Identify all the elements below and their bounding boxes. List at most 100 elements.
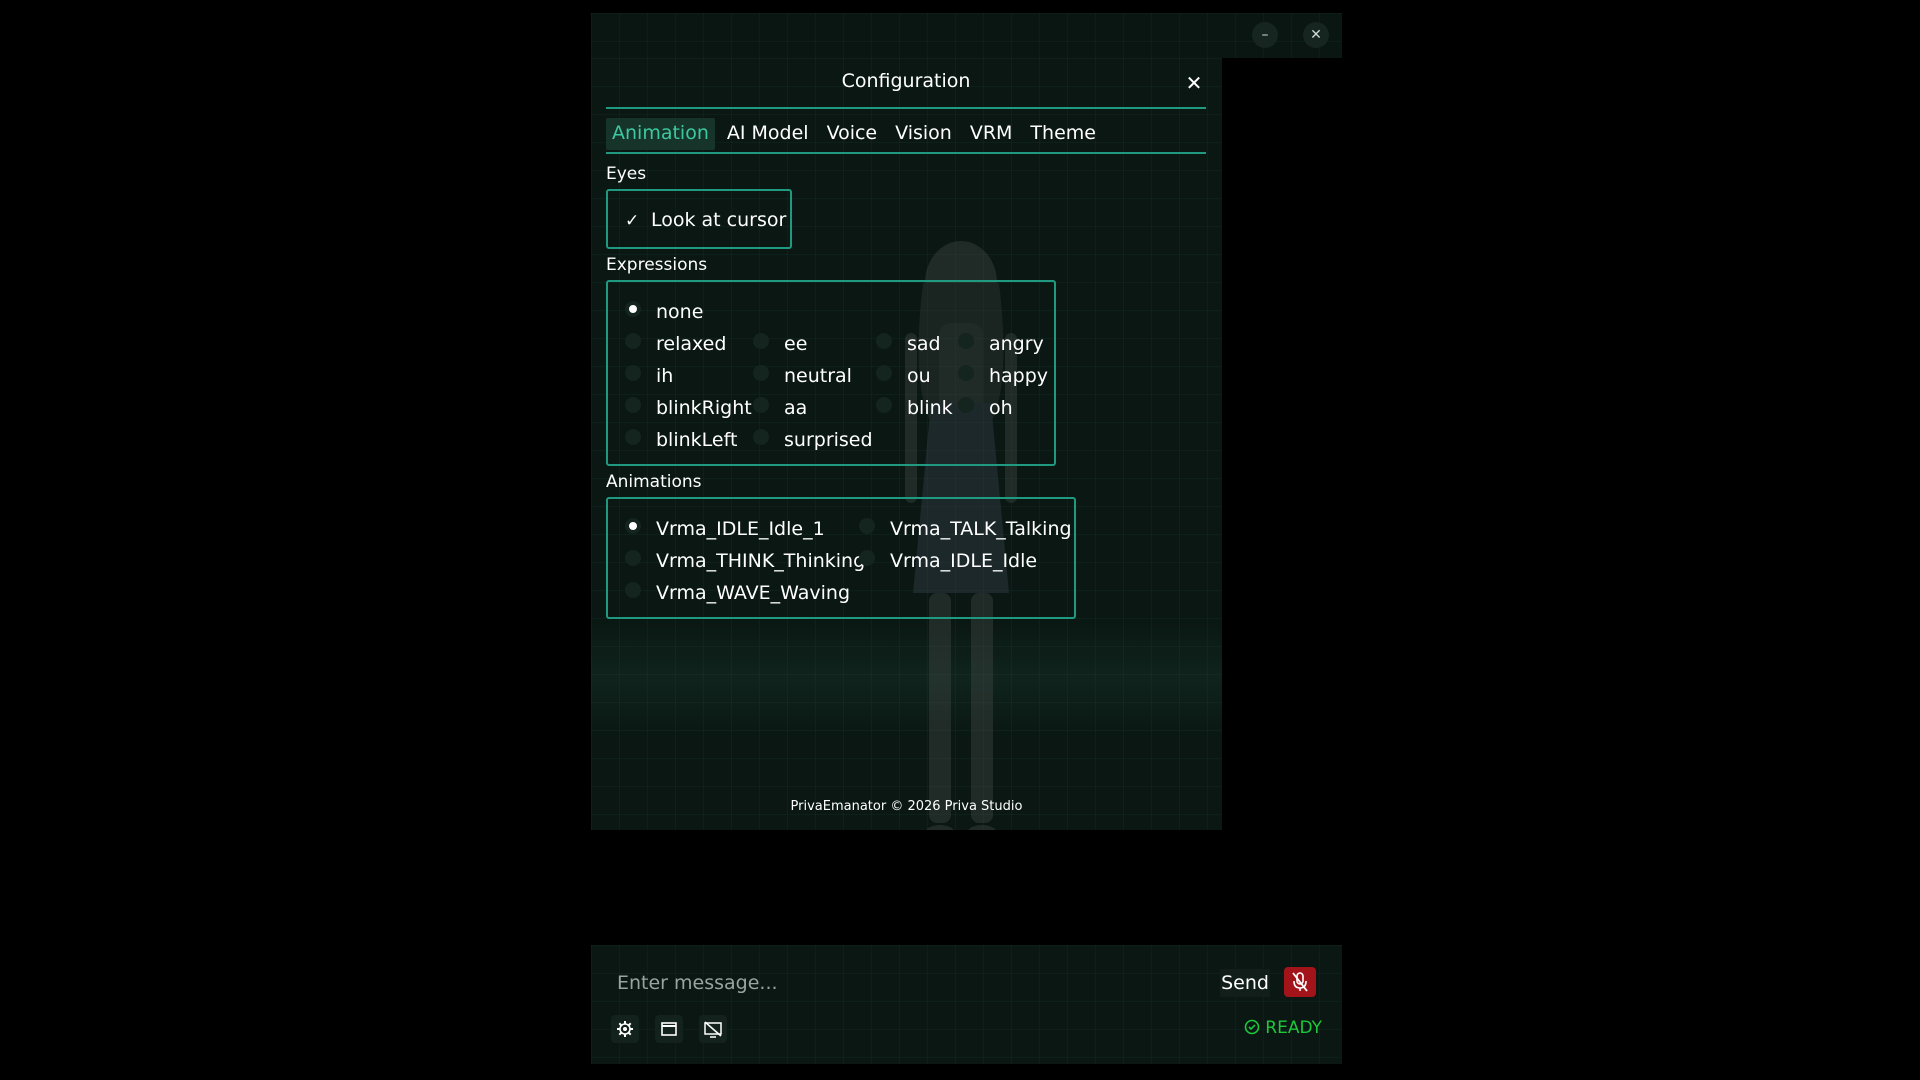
tab-ai-model[interactable]: AI Model xyxy=(721,118,815,150)
mic-toggle-button[interactable] xyxy=(1284,967,1316,997)
expression-radio[interactable]: blink xyxy=(876,396,953,419)
no-screen-icon xyxy=(704,1021,722,1038)
config-close-button[interactable]: ✕ xyxy=(1182,72,1206,96)
expression-radio[interactable]: angry xyxy=(958,332,1044,355)
radio xyxy=(876,364,892,381)
tabs-divider xyxy=(606,152,1206,154)
radio xyxy=(625,549,641,566)
expressions-box: none relaxed ee sad angry ih neutral ou … xyxy=(606,280,1056,466)
mic-off-icon xyxy=(1292,972,1308,992)
animation-label: Vrma_TALK_Talking xyxy=(890,518,1072,540)
gear-icon xyxy=(617,1021,633,1037)
animation-label: Vrma_IDLE_Idle xyxy=(890,550,1038,572)
look-at-cursor-label: Look at cursor xyxy=(651,209,787,231)
eyes-box: ✓ Look at cursor xyxy=(606,189,792,249)
radio xyxy=(625,428,641,445)
expression-label: oh xyxy=(989,397,1013,419)
expression-radio[interactable]: ee xyxy=(753,332,808,355)
expression-radio[interactable]: ou xyxy=(876,364,931,387)
look-at-cursor-checkbox[interactable]: ✓ Look at cursor xyxy=(625,209,786,231)
settings-button[interactable] xyxy=(611,1015,639,1043)
animation-radio[interactable]: Vrma_TALK_Talking xyxy=(859,517,1072,540)
tab-theme[interactable]: Theme xyxy=(1024,118,1102,150)
footer-copyright: PrivaEmanator © 2026 Priva Studio xyxy=(790,799,1023,814)
radio xyxy=(625,364,641,381)
expression-label: sad xyxy=(907,333,941,355)
send-button[interactable]: Send xyxy=(1220,969,1270,997)
radio xyxy=(958,332,974,349)
expression-label: neutral xyxy=(784,365,852,387)
window-titlebar: – ✕ xyxy=(591,13,1342,58)
expression-radio[interactable]: blinkLeft xyxy=(625,428,738,451)
eyes-label: Eyes xyxy=(606,164,647,184)
tab-voice[interactable]: Voice xyxy=(821,118,884,150)
expression-radio[interactable]: sad xyxy=(876,332,941,355)
minimize-button[interactable]: – xyxy=(1252,22,1278,48)
status-text: READY xyxy=(1265,1018,1322,1038)
radio xyxy=(876,396,892,413)
radio-selected xyxy=(625,300,641,317)
radio xyxy=(958,396,974,413)
expressions-label: Expressions xyxy=(606,255,708,275)
expression-label: blinkRight xyxy=(656,397,752,419)
radio xyxy=(859,549,875,566)
animation-label: Vrma_WAVE_Waving xyxy=(656,582,850,604)
radio xyxy=(859,517,875,534)
window-close-button[interactable]: ✕ xyxy=(1303,22,1329,48)
message-input[interactable] xyxy=(615,967,1179,999)
expression-label: blink xyxy=(907,397,953,419)
expression-label: blinkLeft xyxy=(656,429,738,451)
screen-share-button[interactable] xyxy=(699,1015,727,1043)
config-tabs: Animation AI Model Voice Vision VRM Them… xyxy=(606,118,1102,150)
radio xyxy=(625,332,641,349)
animations-label: Animations xyxy=(606,472,702,492)
radio xyxy=(625,581,641,598)
tab-vision[interactable]: Vision xyxy=(889,118,958,150)
expression-radio[interactable]: surprised xyxy=(753,428,873,451)
animation-radio[interactable]: Vrma_WAVE_Waving xyxy=(625,581,850,604)
expression-label: aa xyxy=(784,397,808,419)
expression-label: none xyxy=(656,301,704,323)
configuration-panel: Configuration ✕ Animation AI Model Voice… xyxy=(606,58,1206,698)
radio xyxy=(753,364,769,381)
expression-label: ih xyxy=(656,365,674,387)
animation-label: Vrma_THINK_Thinking xyxy=(656,550,866,572)
animation-radio[interactable]: Vrma_THINK_Thinking xyxy=(625,549,866,572)
animations-box: Vrma_IDLE_Idle_1 Vrma_TALK_Talking Vrma_… xyxy=(606,497,1076,619)
expression-radio[interactable]: neutral xyxy=(753,364,852,387)
tab-animation[interactable]: Animation xyxy=(606,118,715,150)
radio xyxy=(625,396,641,413)
radio xyxy=(958,364,974,381)
expression-radio[interactable]: blinkRight xyxy=(625,396,752,419)
status-badge: READY xyxy=(1244,1018,1322,1038)
config-title: Configuration xyxy=(841,70,971,92)
expression-radio[interactable]: relaxed xyxy=(625,332,727,355)
expression-radio[interactable]: aa xyxy=(753,396,808,419)
check-circle-icon xyxy=(1244,1019,1260,1035)
radio xyxy=(753,428,769,445)
expression-radio[interactable]: ih xyxy=(625,364,674,387)
avatar-stage: Configuration ✕ Animation AI Model Voice… xyxy=(591,58,1222,830)
expression-radio[interactable]: oh xyxy=(958,396,1013,419)
radio xyxy=(876,332,892,349)
expression-label: ee xyxy=(784,333,808,355)
tab-vrm[interactable]: VRM xyxy=(964,118,1019,150)
expression-label: happy xyxy=(989,365,1049,387)
window-mode-button[interactable] xyxy=(655,1015,683,1043)
chat-bar: Send xyxy=(591,945,1342,1064)
expression-label: surprised xyxy=(784,429,873,451)
window-icon xyxy=(661,1022,677,1036)
radio xyxy=(753,332,769,349)
animation-radio[interactable]: Vrma_IDLE_Idle_1 xyxy=(625,517,825,540)
radio xyxy=(753,396,769,413)
expression-radio[interactable]: happy xyxy=(958,364,1049,387)
check-icon: ✓ xyxy=(625,211,640,231)
expression-radio[interactable]: none xyxy=(625,300,704,323)
expression-label: ou xyxy=(907,365,931,387)
animation-label: Vrma_IDLE_Idle_1 xyxy=(656,518,825,540)
expression-label: angry xyxy=(989,333,1044,355)
animation-radio[interactable]: Vrma_IDLE_Idle xyxy=(859,549,1038,572)
title-divider xyxy=(606,107,1206,109)
expression-label: relaxed xyxy=(656,333,727,355)
radio-selected xyxy=(625,517,641,534)
